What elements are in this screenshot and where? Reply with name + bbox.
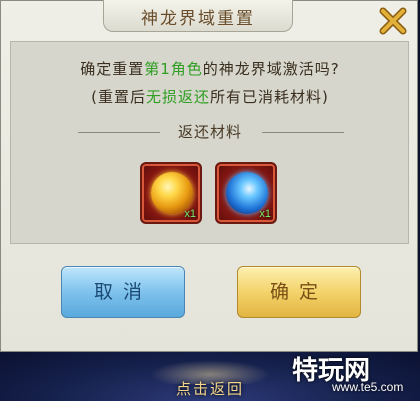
refund-materials-label: 返还材料 bbox=[177, 123, 242, 141]
item-quantity: x1 bbox=[259, 208, 271, 220]
confirm-suffix: 的神龙界域激活吗? bbox=[202, 60, 340, 78]
close-button[interactable] bbox=[378, 6, 408, 36]
close-x-icon bbox=[379, 7, 407, 35]
watermark-url: www.te5.com bbox=[332, 380, 404, 394]
note-suffix: 所有已消耗材料) bbox=[210, 88, 329, 106]
note-prefix: (重置后 bbox=[91, 88, 146, 106]
dialog-title: 神龙界域重置 bbox=[141, 9, 255, 29]
confirm-button[interactable]: 确定 bbox=[237, 266, 361, 318]
refund-item-gold-orb[interactable]: x1 bbox=[140, 162, 202, 224]
note-highlight: 无损返还 bbox=[145, 88, 210, 106]
refund-item-blue-orb[interactable]: x1 bbox=[215, 162, 277, 224]
cancel-button[interactable]: 取消 bbox=[61, 266, 185, 318]
refund-note: (重置后无损返还所有已消耗材料) bbox=[0, 86, 420, 107]
confirm-message: 确定重置第1角色的神龙界域激活吗? bbox=[0, 58, 420, 79]
item-quantity: x1 bbox=[184, 208, 196, 220]
confirm-prefix: 确定重置 bbox=[80, 60, 145, 78]
confirm-role-highlight: 第1角色 bbox=[144, 60, 203, 78]
site-watermark: 特玩网 www.te5.com bbox=[292, 350, 412, 400]
